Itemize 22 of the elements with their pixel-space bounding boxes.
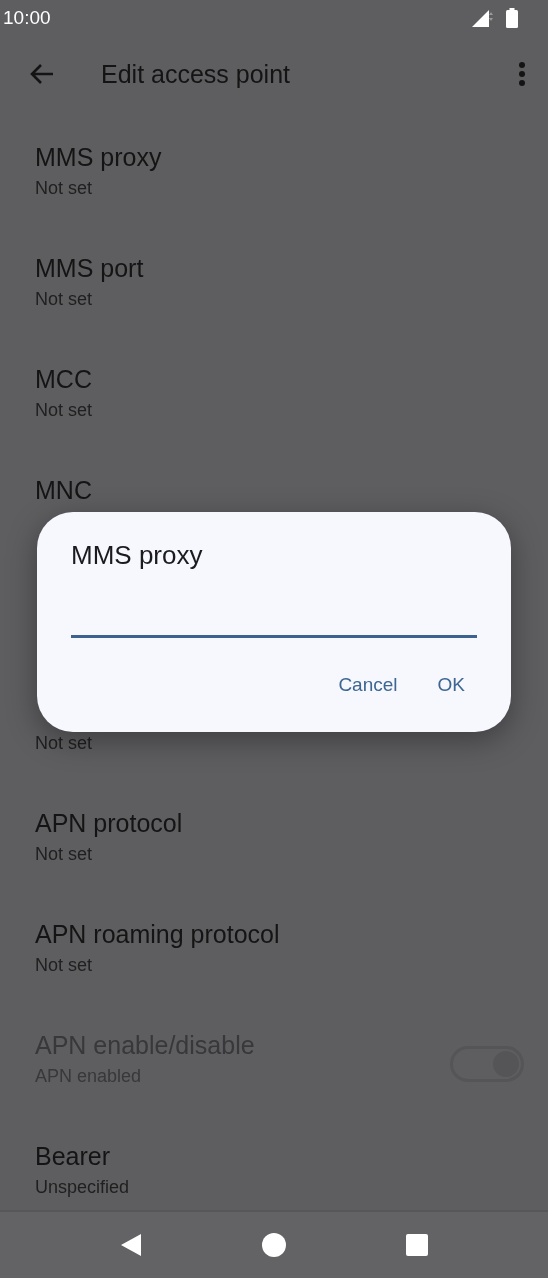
setting-title: Bearer: [35, 1141, 112, 1171]
dialog-title: MMS proxy: [71, 540, 204, 571]
setting-summary: Not set: [35, 843, 94, 865]
setting-summary: Not set: [35, 177, 94, 199]
setting-summary: Not set: [35, 399, 94, 421]
setting-summary: Not set: [35, 954, 94, 976]
setting-title: APN roaming protocol: [35, 919, 281, 949]
setting-title: MNC: [35, 475, 93, 505]
signal-icon: [472, 9, 494, 27]
setting-title: APN protocol: [35, 808, 184, 838]
setting-summary: Unspecified: [35, 1176, 131, 1198]
setting-title: MCC: [35, 364, 93, 394]
setting-title: MMS proxy: [35, 142, 163, 172]
dialog-button[interactable]: OK: [425, 666, 477, 704]
setting-title: MMS port: [35, 253, 145, 283]
setting-summary: Not set: [35, 288, 94, 310]
setting-summary: Not set: [35, 732, 94, 754]
app-bar-title: Edit access point: [101, 59, 291, 89]
battery-icon: [506, 8, 518, 28]
dialog-button[interactable]: Cancel: [326, 666, 410, 704]
more-vertical-icon[interactable]: [518, 61, 526, 87]
status-time: 10:00: [3, 7, 51, 29]
